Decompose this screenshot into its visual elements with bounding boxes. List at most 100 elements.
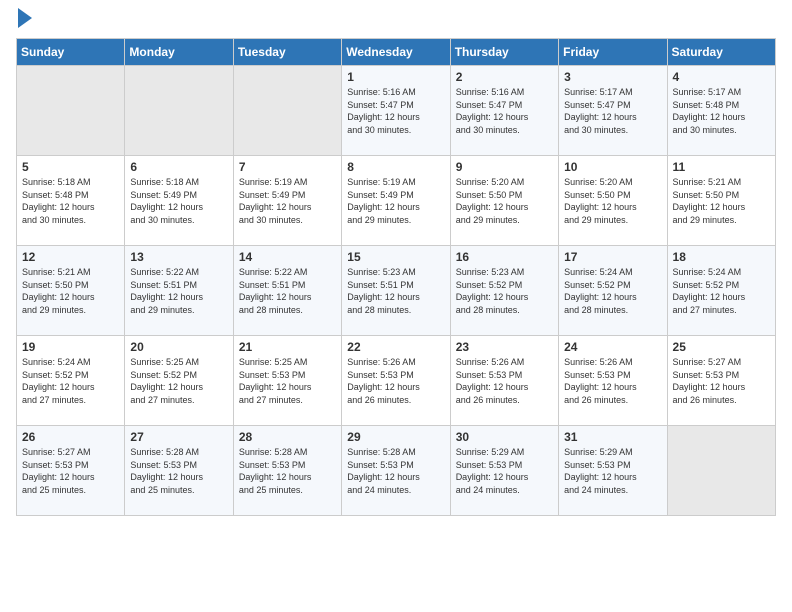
day-info: Sunrise: 5:21 AM Sunset: 5:50 PM Dayligh… (673, 176, 770, 226)
calendar-cell: 23 Sunrise: 5:26 AM Sunset: 5:53 PM Dayli… (450, 336, 558, 426)
day-number: 20 (130, 340, 227, 354)
day-info: Sunrise: 5:29 AM Sunset: 5:53 PM Dayligh… (456, 446, 553, 496)
calendar-cell: 9Sunrise: 5:20 AM Sunset: 5:50 PM Daylig… (450, 156, 558, 246)
day-number: 4 (673, 70, 770, 84)
day-number: 26 (22, 430, 119, 444)
calendar-cell: 4 Sunrise: 5:17 AM Sunset: 5:48 PM Daylig… (667, 66, 775, 156)
day-number: 28 (239, 430, 336, 444)
calendar-cell: 29 Sunrise: 5:28 AM Sunset: 5:53 PM Dayli… (342, 426, 450, 516)
calendar-cell: 17Sunrise: 5:24 AM Sunset: 5:52 PM Dayli… (559, 246, 667, 336)
header-wednesday: Wednesday (342, 39, 450, 66)
calendar-cell: 13Sunrise: 5:22 AM Sunset: 5:51 PM Dayli… (125, 246, 233, 336)
calendar-cell: 27 Sunrise: 5:28 AM Sunset: 5:53 PM Dayli… (125, 426, 233, 516)
calendar-week-row-2: 5 Sunrise: 5:18 AM Sunset: 5:48 PM Daylig… (17, 156, 776, 246)
day-info: Sunrise: 5:27 AM Sunset: 5:53 PM Dayligh… (673, 356, 770, 406)
calendar-cell: 30 Sunrise: 5:29 AM Sunset: 5:53 PM Dayli… (450, 426, 558, 516)
day-info: Sunrise: 5:18 AM Sunset: 5:49 PM Dayligh… (130, 176, 227, 226)
day-number: 24 (564, 340, 661, 354)
calendar-cell (233, 66, 341, 156)
day-number: 19 (22, 340, 119, 354)
day-number: 11 (673, 160, 770, 174)
day-number: 29 (347, 430, 444, 444)
calendar-cell (125, 66, 233, 156)
day-number: 14 (239, 250, 336, 264)
calendar-cell: 25 Sunrise: 5:27 AM Sunset: 5:53 PM Dayli… (667, 336, 775, 426)
calendar-cell: 7 Sunrise: 5:19 AM Sunset: 5:49 PM Daylig… (233, 156, 341, 246)
day-info: Sunrise: 5:28 AM Sunset: 5:53 PM Dayligh… (347, 446, 444, 496)
day-info: Sunrise: 5:19 AM Sunset: 5:49 PM Dayligh… (239, 176, 336, 226)
page-header (16, 16, 776, 28)
day-number: 22 (347, 340, 444, 354)
calendar-cell: 8 Sunrise: 5:19 AM Sunset: 5:49 PM Daylig… (342, 156, 450, 246)
header-friday: Friday (559, 39, 667, 66)
calendar-cell (17, 66, 125, 156)
calendar-cell: 2 Sunrise: 5:16 AM Sunset: 5:47 PM Daylig… (450, 66, 558, 156)
calendar-cell (667, 426, 775, 516)
day-info: Sunrise: 5:24 AM Sunset: 5:52 PM Dayligh… (673, 266, 770, 316)
day-info: Sunrise: 5:26 AM Sunset: 5:53 PM Dayligh… (564, 356, 661, 406)
day-info: Sunrise: 5:22 AM Sunset: 5:51 PM Dayligh… (130, 266, 227, 316)
day-number: 12 (22, 250, 119, 264)
logo-icon (18, 8, 32, 28)
day-info: Sunrise: 5:19 AM Sunset: 5:49 PM Dayligh… (347, 176, 444, 226)
day-number: 21 (239, 340, 336, 354)
day-info: Sunrise: 5:28 AM Sunset: 5:53 PM Dayligh… (239, 446, 336, 496)
day-number: 16 (456, 250, 553, 264)
day-info: Sunrise: 5:24 AM Sunset: 5:52 PM Dayligh… (22, 356, 119, 406)
day-number: 9 (456, 160, 553, 174)
calendar-cell: 12 Sunrise: 5:21 AM Sunset: 5:50 PM Dayli… (17, 246, 125, 336)
day-number: 1 (347, 70, 444, 84)
day-info: Sunrise: 5:27 AM Sunset: 5:53 PM Dayligh… (22, 446, 119, 496)
day-number: 23 (456, 340, 553, 354)
calendar-cell: 6Sunrise: 5:18 AM Sunset: 5:49 PM Daylig… (125, 156, 233, 246)
day-info: Sunrise: 5:20 AM Sunset: 5:50 PM Dayligh… (564, 176, 661, 226)
day-number: 7 (239, 160, 336, 174)
day-number: 25 (673, 340, 770, 354)
day-number: 30 (456, 430, 553, 444)
calendar-cell: 28 Sunrise: 5:28 AM Sunset: 5:53 PM Dayli… (233, 426, 341, 516)
calendar-cell: 16 Sunrise: 5:23 AM Sunset: 5:52 PM Dayli… (450, 246, 558, 336)
calendar-cell: 21Sunrise: 5:25 AM Sunset: 5:53 PM Dayli… (233, 336, 341, 426)
day-number: 2 (456, 70, 553, 84)
day-number: 27 (130, 430, 227, 444)
calendar-cell: 31 Sunrise: 5:29 AM Sunset: 5:53 PM Dayli… (559, 426, 667, 516)
day-info: Sunrise: 5:18 AM Sunset: 5:48 PM Dayligh… (22, 176, 119, 226)
calendar-table: Sunday Monday Tuesday Wednesday Thursday… (16, 38, 776, 516)
day-number: 31 (564, 430, 661, 444)
calendar-cell: 5 Sunrise: 5:18 AM Sunset: 5:48 PM Daylig… (17, 156, 125, 246)
day-info: Sunrise: 5:17 AM Sunset: 5:47 PM Dayligh… (564, 86, 661, 136)
day-number: 10 (564, 160, 661, 174)
calendar-cell: 22Sunrise: 5:26 AM Sunset: 5:53 PM Dayli… (342, 336, 450, 426)
day-info: Sunrise: 5:28 AM Sunset: 5:53 PM Dayligh… (130, 446, 227, 496)
day-info: Sunrise: 5:16 AM Sunset: 5:47 PM Dayligh… (456, 86, 553, 136)
day-info: Sunrise: 5:24 AM Sunset: 5:52 PM Dayligh… (564, 266, 661, 316)
day-info: Sunrise: 5:16 AM Sunset: 5:47 PM Dayligh… (347, 86, 444, 136)
day-info: Sunrise: 5:17 AM Sunset: 5:48 PM Dayligh… (673, 86, 770, 136)
calendar-cell: 20 Sunrise: 5:25 AM Sunset: 5:52 PM Dayli… (125, 336, 233, 426)
calendar-cell: 1 Sunrise: 5:16 AM Sunset: 5:47 PM Daylig… (342, 66, 450, 156)
day-info: Sunrise: 5:29 AM Sunset: 5:53 PM Dayligh… (564, 446, 661, 496)
calendar-week-row-4: 19 Sunrise: 5:24 AM Sunset: 5:52 PM Dayli… (17, 336, 776, 426)
calendar-cell: 3 Sunrise: 5:17 AM Sunset: 5:47 PM Daylig… (559, 66, 667, 156)
day-info: Sunrise: 5:26 AM Sunset: 5:53 PM Dayligh… (456, 356, 553, 406)
day-number: 18 (673, 250, 770, 264)
day-number: 5 (22, 160, 119, 174)
calendar-week-row-5: 26 Sunrise: 5:27 AM Sunset: 5:53 PM Dayli… (17, 426, 776, 516)
header-sunday: Sunday (17, 39, 125, 66)
day-number: 3 (564, 70, 661, 84)
calendar-header-row: Sunday Monday Tuesday Wednesday Thursday… (17, 39, 776, 66)
calendar-cell: 10 Sunrise: 5:20 AM Sunset: 5:50 PM Dayli… (559, 156, 667, 246)
day-info: Sunrise: 5:21 AM Sunset: 5:50 PM Dayligh… (22, 266, 119, 316)
calendar-week-row-3: 12 Sunrise: 5:21 AM Sunset: 5:50 PM Dayli… (17, 246, 776, 336)
day-info: Sunrise: 5:22 AM Sunset: 5:51 PM Dayligh… (239, 266, 336, 316)
logo (16, 16, 32, 28)
day-info: Sunrise: 5:25 AM Sunset: 5:52 PM Dayligh… (130, 356, 227, 406)
header-thursday: Thursday (450, 39, 558, 66)
day-info: Sunrise: 5:23 AM Sunset: 5:51 PM Dayligh… (347, 266, 444, 316)
day-number: 8 (347, 160, 444, 174)
calendar-cell: 11 Sunrise: 5:21 AM Sunset: 5:50 PM Dayli… (667, 156, 775, 246)
calendar-cell: 15Sunrise: 5:23 AM Sunset: 5:51 PM Dayli… (342, 246, 450, 336)
header-monday: Monday (125, 39, 233, 66)
day-info: Sunrise: 5:23 AM Sunset: 5:52 PM Dayligh… (456, 266, 553, 316)
header-saturday: Saturday (667, 39, 775, 66)
